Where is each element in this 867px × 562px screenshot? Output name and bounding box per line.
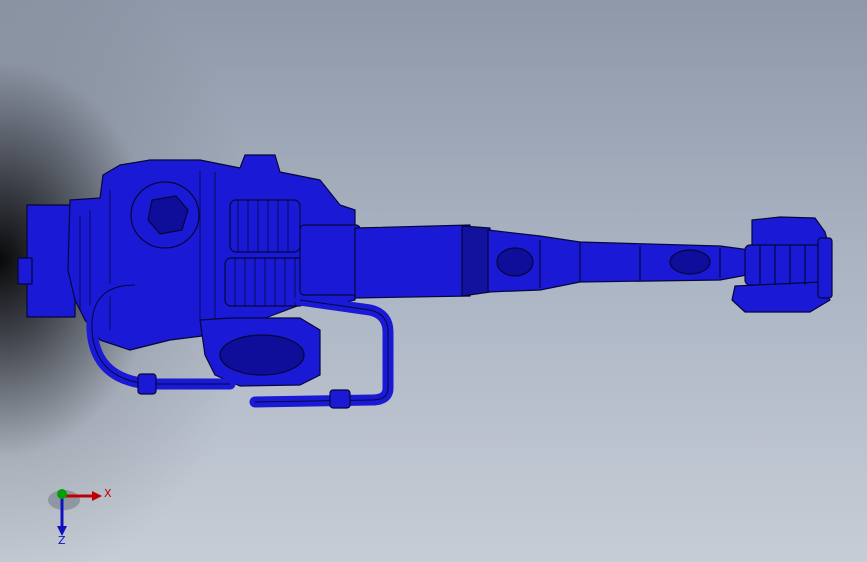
- x-axis-label: X: [104, 487, 112, 500]
- upper-arm-ring: [461, 225, 491, 297]
- gear-cluster-upper: [229, 199, 301, 253]
- forearm-detail-1: [496, 247, 534, 277]
- robot-arm-model[interactable]: [0, 0, 867, 562]
- forearm-detail-2: [669, 249, 711, 275]
- z-axis-label: Z: [58, 534, 66, 547]
- wrist-body: [744, 244, 831, 286]
- wrist-flange: [731, 281, 831, 313]
- base-left-flange: [17, 257, 33, 285]
- shoulder-block: [299, 224, 361, 296]
- hose-clamp-left: [137, 373, 157, 395]
- upper-arm-tube: [354, 224, 471, 299]
- x-axis-head: [92, 491, 102, 501]
- cad-3d-viewport[interactable]: X Z: [0, 0, 867, 562]
- coordinate-triad: X Z: [40, 478, 130, 548]
- hose-clamp-right: [329, 389, 351, 409]
- wrist-tool-mount: [817, 237, 833, 299]
- triad-graphic: [48, 489, 102, 536]
- y-axis-arrow: [57, 489, 67, 499]
- lower-bowl-recess: [219, 334, 305, 376]
